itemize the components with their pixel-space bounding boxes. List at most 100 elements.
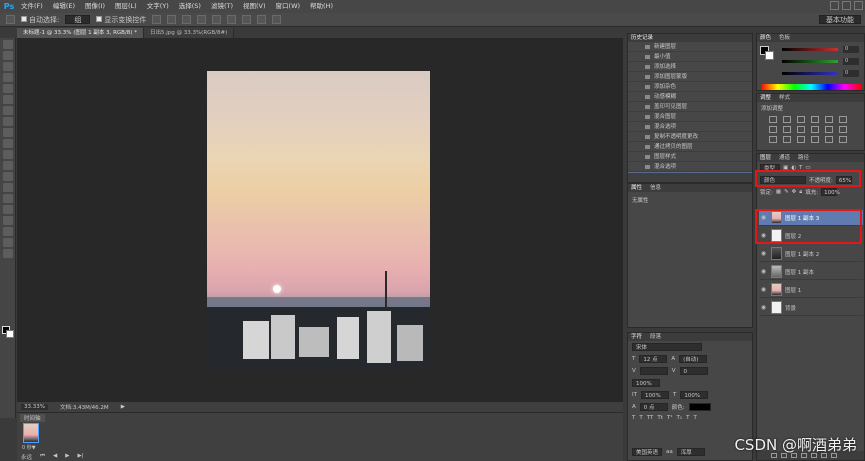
pattern-icon[interactable] bbox=[839, 136, 847, 143]
scale-field-2[interactable]: 100% bbox=[680, 391, 709, 399]
path-select-tool-icon[interactable] bbox=[3, 216, 13, 225]
healing-brush-tool-icon[interactable] bbox=[3, 106, 13, 115]
brush-tool-icon[interactable] bbox=[3, 117, 13, 126]
blue-value[interactable]: 0 bbox=[843, 70, 859, 77]
menu-item[interactable]: 编辑(E) bbox=[50, 0, 78, 13]
kerning-field[interactable] bbox=[639, 367, 668, 375]
black-white-icon[interactable] bbox=[797, 126, 805, 133]
zoom-tool-icon[interactable] bbox=[3, 249, 13, 258]
history-item[interactable]: 新建图层 bbox=[628, 42, 752, 52]
menu-item[interactable]: 选择(S) bbox=[176, 0, 204, 13]
color-balance-icon[interactable] bbox=[783, 126, 791, 133]
timeline-frame-1[interactable] bbox=[23, 423, 39, 443]
red-slider[interactable] bbox=[782, 48, 838, 51]
threshold-icon[interactable] bbox=[797, 136, 805, 143]
status-arrow-icon[interactable]: ▶ bbox=[121, 404, 125, 410]
menu-item[interactable]: 文字(Y) bbox=[144, 0, 172, 13]
history-item[interactable]: 复制不透明度更改 bbox=[628, 132, 752, 142]
document-canvas-image[interactable] bbox=[207, 71, 430, 369]
underline-icon[interactable]: T bbox=[686, 415, 689, 421]
blue-slider[interactable] bbox=[782, 72, 838, 75]
small-caps-icon[interactable]: Tt bbox=[657, 415, 663, 421]
frame-delay[interactable]: 0 秒▼ bbox=[22, 444, 36, 451]
tab-properties[interactable]: 属性 bbox=[631, 184, 642, 192]
channel-mixer-icon[interactable] bbox=[825, 126, 833, 133]
faux-bold-icon[interactable]: T bbox=[632, 415, 635, 421]
tab-styles[interactable]: 样式 bbox=[779, 94, 790, 102]
tab-paragraph[interactable]: 段落 bbox=[650, 333, 661, 341]
language-select[interactable]: 美国英语 bbox=[632, 448, 663, 456]
baseline-field[interactable]: 0 点 bbox=[639, 403, 668, 411]
photo-filter-icon[interactable] bbox=[811, 126, 819, 133]
lasso-tool-icon[interactable] bbox=[3, 62, 13, 71]
tab-color[interactable]: 颜色 bbox=[760, 34, 771, 42]
gradient-map-icon[interactable] bbox=[839, 116, 847, 123]
leading-field[interactable]: (自动) bbox=[679, 355, 708, 363]
color-lookup-icon[interactable] bbox=[839, 126, 847, 133]
vertical-scale-field[interactable]: 100% bbox=[640, 391, 669, 399]
history-item[interactable]: 图层样式 bbox=[628, 152, 752, 162]
menu-item[interactable]: 视图(V) bbox=[240, 0, 269, 13]
tab-untitled-1[interactable]: 未标题-1 @ 33.3% (图层 1 副本 3, RGB/8) * bbox=[17, 28, 144, 38]
antialias-select[interactable]: 浑厚 bbox=[676, 448, 705, 456]
green-slider[interactable] bbox=[782, 60, 838, 63]
gradient-icon[interactable] bbox=[825, 136, 833, 143]
history-item[interactable]: 添加杂色 bbox=[628, 82, 752, 92]
tab-character[interactable]: 字符 bbox=[631, 333, 642, 341]
hue-sat-icon[interactable] bbox=[769, 126, 777, 133]
selective-color-icon[interactable] bbox=[811, 136, 819, 143]
history-item[interactable]: 通过拷贝的图层 bbox=[628, 142, 752, 152]
marquee-tool-icon[interactable] bbox=[3, 51, 13, 60]
lock-all-icon[interactable]: 🔒︎ bbox=[799, 189, 802, 196]
eyedropper-tool-icon[interactable] bbox=[3, 95, 13, 104]
blur-tool-icon[interactable] bbox=[3, 172, 13, 181]
background-color-swatch[interactable] bbox=[6, 330, 14, 338]
minimize-button[interactable] bbox=[830, 1, 839, 10]
tab-paths[interactable]: 路径 bbox=[798, 154, 809, 162]
lock-move-icon[interactable]: ✥ bbox=[792, 189, 797, 195]
tab-swatches[interactable]: 色板 bbox=[779, 34, 790, 42]
play-icon[interactable]: ▶ bbox=[65, 453, 69, 461]
history-item[interactable]: 动感模糊 bbox=[628, 92, 752, 102]
align-middle-icon[interactable] bbox=[167, 15, 177, 24]
auto-select-dropdown[interactable]: 组 bbox=[65, 15, 91, 24]
workspace-dropdown[interactable]: 基本功能 bbox=[819, 15, 861, 24]
shape-tool-icon[interactable] bbox=[3, 227, 13, 236]
history-item[interactable]: 盖印可见图层 bbox=[628, 102, 752, 112]
posterize-icon[interactable] bbox=[783, 136, 791, 143]
red-value[interactable]: 0 bbox=[843, 46, 859, 53]
maximize-button[interactable] bbox=[842, 1, 851, 10]
history-item[interactable]: 混合图层 bbox=[628, 112, 752, 122]
menu-item[interactable]: 帮助(H) bbox=[307, 0, 336, 13]
levels-icon[interactable] bbox=[783, 116, 791, 123]
menu-item[interactable]: 滤镜(T) bbox=[208, 0, 236, 13]
tab-adjustments[interactable]: 调整 bbox=[760, 94, 771, 102]
horizontal-scale-field[interactable]: 100% bbox=[632, 379, 660, 387]
history-item[interactable]: 添加图层蒙版 bbox=[628, 72, 752, 82]
history-item[interactable]: 添加选择 bbox=[628, 62, 752, 72]
fill-field[interactable]: 100% bbox=[821, 188, 840, 196]
first-frame-icon[interactable]: ⏮ bbox=[40, 453, 45, 461]
zoom-level[interactable]: 33.33% bbox=[21, 404, 48, 410]
tracking-field[interactable]: 0 bbox=[679, 367, 708, 375]
lock-paint-icon[interactable]: ✎ bbox=[784, 189, 789, 195]
history-item[interactable]: 混合选项 bbox=[628, 122, 752, 132]
visibility-eye-icon[interactable]: ◉ bbox=[759, 304, 768, 311]
gradient-tool-icon[interactable] bbox=[3, 161, 13, 170]
layer-row[interactable]: ◉ 背景 bbox=[759, 300, 863, 316]
visibility-eye-icon[interactable]: ◉ bbox=[759, 250, 768, 257]
all-caps-icon[interactable]: TT bbox=[647, 415, 654, 421]
layer-row[interactable]: ◉ 图层 1 副本 2 bbox=[759, 246, 863, 262]
dodge-tool-icon[interactable] bbox=[3, 183, 13, 192]
lock-pixels-icon[interactable]: ▦ bbox=[776, 189, 781, 195]
quick-select-tool-icon[interactable] bbox=[3, 73, 13, 82]
timeline-title[interactable]: 时间轴 bbox=[20, 414, 45, 422]
color-spectrum[interactable] bbox=[761, 84, 861, 90]
layer-row[interactable]: ◉ 图层 1 bbox=[759, 282, 863, 298]
clone-stamp-tool-icon[interactable] bbox=[3, 128, 13, 137]
close-button[interactable] bbox=[854, 1, 863, 10]
history-brush-tool-icon[interactable] bbox=[3, 139, 13, 148]
crop-tool-icon[interactable] bbox=[3, 84, 13, 93]
align-right-icon[interactable] bbox=[227, 15, 237, 24]
next-frame-icon[interactable]: ▶| bbox=[77, 453, 83, 461]
